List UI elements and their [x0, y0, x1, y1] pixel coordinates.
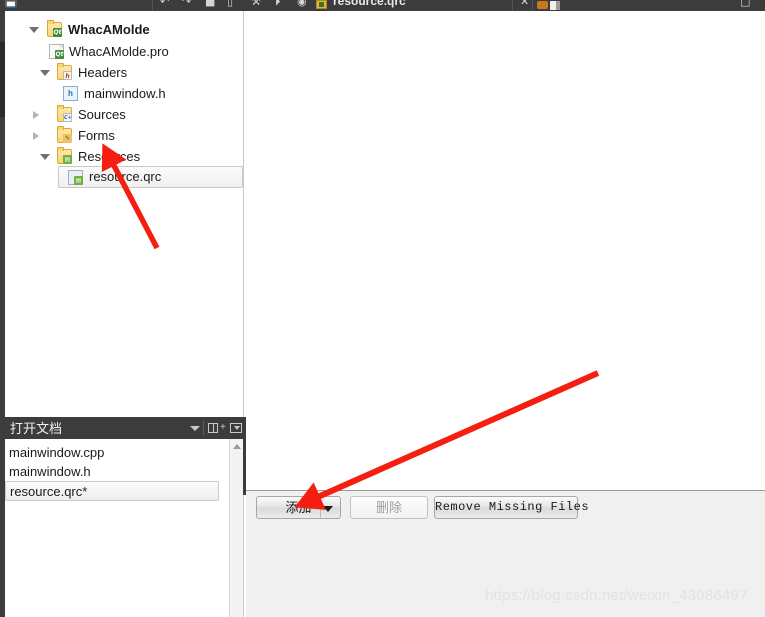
bookmark-icon[interactable] — [537, 1, 548, 9]
button-divider — [320, 499, 321, 518]
headers-folder-icon: h — [57, 63, 72, 80]
resource-editor-tree[interactable] — [246, 11, 765, 490]
stop-icon[interactable]: ■ — [205, 0, 215, 7]
debug-icon[interactable]: ◉ — [297, 0, 307, 7]
qrc-editor-pane: 添加 删除 Remove Missing Files 属性 别名: 前缀: 语言… — [246, 490, 765, 617]
toolbar-divider-2 — [512, 0, 513, 11]
sources-folder-icon: C+ — [57, 105, 72, 122]
tree-item-mainwindow-h[interactable]: h mainwindow.h — [5, 83, 243, 104]
expander-expanded-icon[interactable] — [40, 154, 50, 160]
expander-expanded-icon[interactable] — [29, 27, 39, 33]
qt-pro-file-icon: Qt — [49, 44, 64, 59]
tree-item-label: Forms — [78, 128, 115, 143]
plus-icon[interactable]: + — [220, 423, 226, 433]
run-icon[interactable]: ⏵ — [275, 0, 281, 7]
add-button-label: 添加 — [285, 500, 312, 515]
remove-button[interactable]: 删除 — [350, 496, 428, 519]
qrc-file-icon: ▤ — [68, 170, 83, 185]
tree-item-forms[interactable]: ✎ Forms — [5, 125, 243, 146]
tree-item-label: Headers — [78, 65, 128, 80]
open-documents-list[interactable]: mainwindow.cpp mainwindow.h resource.qrc… — [5, 439, 243, 617]
tree-item-whacamolde[interactable]: Qt WhacAMolde — [5, 19, 243, 40]
chevron-down-icon[interactable] — [323, 506, 333, 512]
tree-item-label: mainwindow.h — [84, 86, 166, 101]
tree-item-resource-qrc[interactable]: ▤ resource.qrc — [58, 166, 243, 188]
qt-project-folder-icon: Qt — [47, 20, 62, 37]
chevron-down-icon[interactable] — [190, 426, 200, 431]
tree-item-headers[interactable]: h Headers — [5, 62, 243, 83]
qt-creator-window: 💾 ↶ ↷ ■ ▯ ⚒ ⏵ ◉ resource.qrc ✕ □ Qt Whac… — [0, 0, 765, 617]
split-editor-icon[interactable] — [550, 1, 560, 10]
qrc-file-icon — [316, 0, 327, 9]
split-view-icon[interactable] — [208, 423, 218, 433]
open-documents-title: 打开文档 — [10, 421, 63, 436]
tree-item-sources[interactable]: C+ Sources — [5, 104, 243, 125]
toolbar-divider-3 — [532, 0, 533, 11]
forms-folder-icon: ✎ — [57, 126, 72, 143]
list-item[interactable]: resource.qrc* — [5, 481, 219, 501]
remove-missing-files-label: Remove Missing Files — [435, 500, 590, 514]
tree-item-label: WhacAMolde — [68, 22, 150, 37]
list-item[interactable]: mainwindow.h — [5, 462, 219, 482]
restore-window-icon[interactable]: □ — [740, 0, 750, 7]
list-item[interactable]: mainwindow.cpp — [5, 443, 219, 463]
tree-item-label: Sources — [78, 107, 126, 122]
split-icon[interactable]: ▯ — [227, 0, 233, 7]
open-documents-scrollbar[interactable] — [229, 439, 243, 617]
redo-icon[interactable]: ↷ — [182, 0, 191, 7]
tree-item-label: WhacAMolde.pro — [69, 44, 169, 59]
hammer-icon[interactable]: ⚒ — [251, 0, 261, 7]
resources-folder-icon: ▤ — [57, 147, 72, 164]
remove-missing-files-button[interactable]: Remove Missing Files — [434, 496, 589, 519]
tree-item-label: resource.qrc — [89, 169, 162, 184]
add-button[interactable]: 添加 — [256, 496, 341, 519]
close-icon[interactable]: ✕ — [520, 0, 529, 7]
close-document-icon[interactable] — [230, 423, 242, 433]
expander-collapsed-icon[interactable] — [33, 132, 39, 140]
open-documents-panel: 打开文档 + mainwindow.cpp mainwindow.h resou… — [5, 417, 243, 617]
tree-item-resources[interactable]: ▤ Resources — [5, 146, 243, 167]
save-icon[interactable]: 💾 — [4, 0, 18, 7]
undo-icon[interactable]: ↶ — [160, 0, 169, 7]
open-documents-header: 打开文档 + — [5, 417, 243, 439]
expander-expanded-icon[interactable] — [40, 70, 50, 76]
project-tree[interactable]: Qt WhacAMolde Qt WhacAMolde.pro h Header… — [5, 11, 243, 417]
header-file-icon: h — [63, 86, 78, 101]
scroll-up-icon[interactable] — [233, 444, 241, 449]
header-divider — [203, 421, 204, 435]
tree-item-label: Resources — [78, 149, 141, 164]
top-toolbar: 💾 ↶ ↷ ■ ▯ ⚒ ⏵ ◉ resource.qrc ✕ □ — [0, 0, 765, 11]
tree-item-whacamolde-pro[interactable]: Qt WhacAMolde.pro — [5, 41, 243, 62]
toolbar-left-group: 💾 ↶ ↷ ■ ▯ — [0, 0, 243, 11]
toolbar-divider-1 — [152, 0, 153, 11]
editor-tab-title[interactable]: resource.qrc — [333, 0, 406, 7]
expander-collapsed-icon[interactable] — [33, 111, 39, 119]
remove-button-label: 删除 — [375, 500, 402, 515]
